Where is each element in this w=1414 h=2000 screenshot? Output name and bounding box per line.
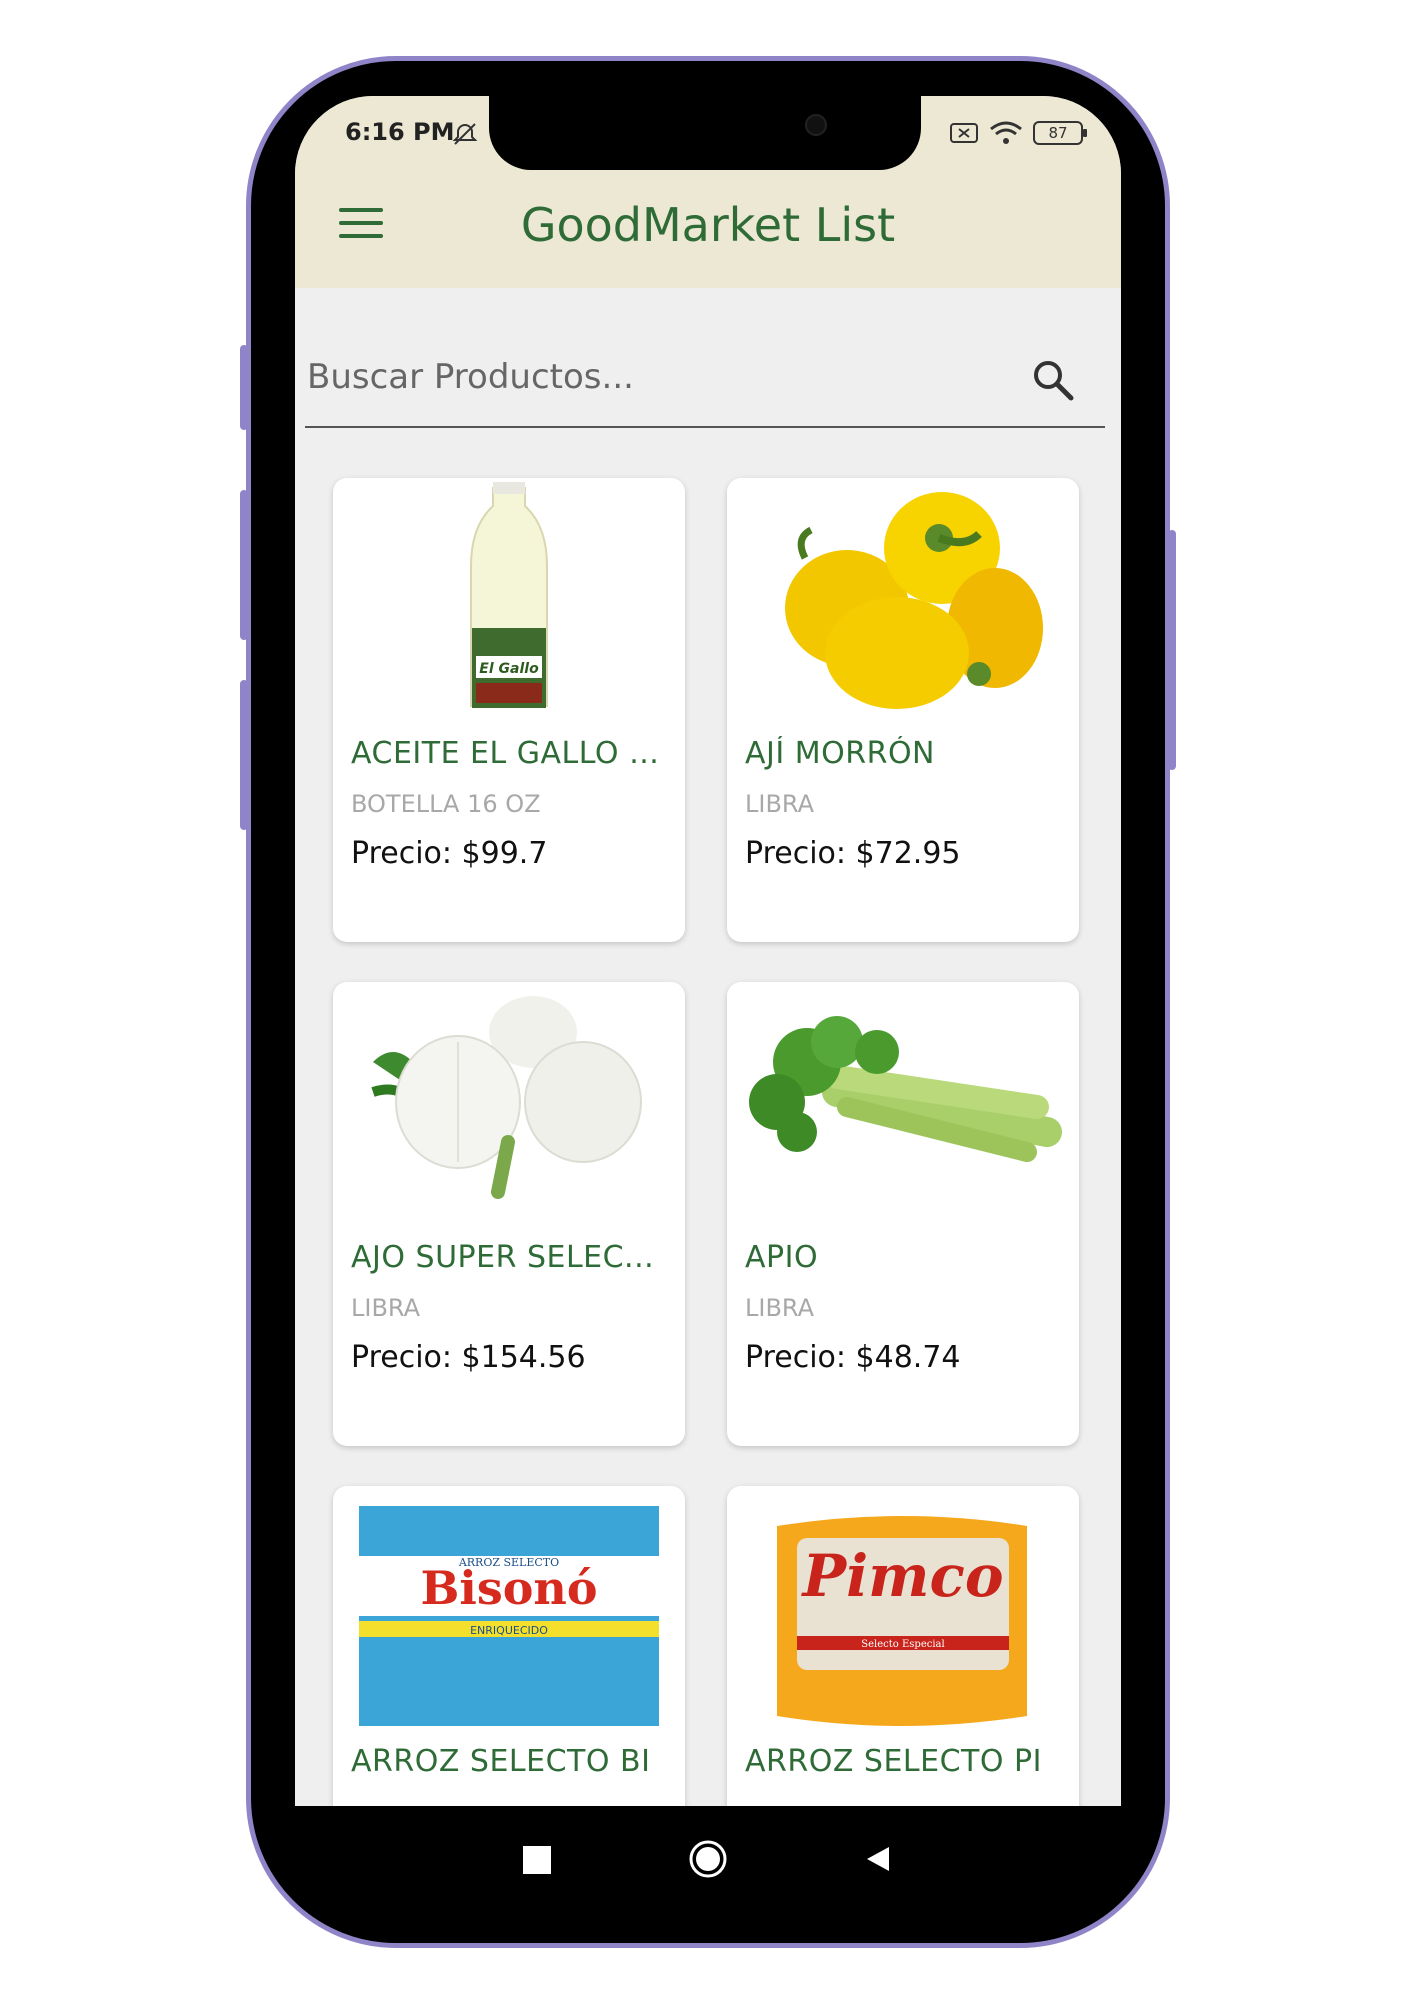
product-price: Precio: $99.7 — [351, 836, 548, 871]
camera-notch — [489, 96, 921, 170]
product-name: ACEITE EL GALLO (... — [351, 736, 671, 771]
oil-brand-label: El Gallo — [479, 661, 539, 677]
yellow-pepper-image — [785, 492, 1043, 709]
product-card[interactable]: AJÍ MORRÓN LIBRA Precio: $72.95 — [727, 478, 1079, 942]
product-name: ARROZ SELECTO BI — [351, 1744, 651, 1779]
bisono-band-label: ENRIQUECIDO — [470, 1624, 548, 1637]
product-unit: LIBRA — [745, 790, 815, 818]
search-bar — [305, 336, 1105, 428]
home-button[interactable] — [687, 1838, 729, 1880]
back-button[interactable] — [863, 1844, 893, 1874]
product-card[interactable]: AJO SUPER SELEC... LIBRA Precio: $154.56 — [333, 982, 685, 1446]
app-title: GoodMarket List — [520, 198, 896, 252]
product-name: AJÍ MORRÓN — [745, 736, 935, 771]
battery-level: 87 — [1048, 124, 1068, 142]
phone-side-button-3 — [240, 680, 248, 830]
product-price: Precio: $154.56 — [351, 1340, 586, 1375]
search-icon[interactable] — [1031, 358, 1075, 402]
phone-power-button — [1168, 530, 1176, 770]
product-price: Precio: $48.74 — [745, 1340, 961, 1375]
muted-alarm-icon — [452, 123, 478, 145]
phone-side-button-2 — [240, 490, 248, 640]
product-name: APIO — [745, 1240, 819, 1275]
no-sim-icon — [950, 123, 978, 143]
garlic-image — [371, 996, 642, 1199]
android-nav-bar — [295, 1806, 1121, 1916]
status-icons: 87 — [949, 120, 1087, 146]
celery-image — [749, 1016, 1062, 1162]
battery-icon: 87 — [1033, 121, 1087, 145]
wifi-icon — [990, 121, 1022, 144]
bisono-rice-image: ARROZ SELECTO Bisonó ENRIQUECIDO — [359, 1506, 659, 1726]
search-input[interactable] — [305, 336, 1009, 418]
product-price: Precio: $72.95 — [745, 836, 961, 871]
product-unit: LIBRA — [745, 1294, 815, 1322]
oil-bottle-image: El Gallo — [470, 482, 548, 708]
app-screen: 6:16 PM 87 GoodMarket List Buscar Produc… — [295, 96, 1121, 1806]
product-card[interactable]: APIO LIBRA Precio: $48.74 — [727, 982, 1079, 1446]
pimco-rice-image: Pimco Selecto Especial — [777, 1516, 1027, 1726]
product-card[interactable]: Pimco Selecto Especial ARROZ SELECTO PI — [727, 1486, 1079, 1806]
app-bar: 6:16 PM 87 GoodMarket List — [295, 96, 1121, 288]
bisono-brand-label: Bisonó — [420, 1561, 597, 1615]
product-unit: LIBRA — [351, 1294, 421, 1322]
product-card[interactable]: El Gallo ACEITE EL GALLO (... BOTELLA 16… — [333, 478, 685, 942]
pimco-brand-label: Pimco — [800, 1542, 1003, 1610]
recents-button[interactable] — [523, 1846, 551, 1874]
pimco-sub-label: Selecto Especial — [861, 1639, 944, 1650]
product-unit: BOTELLA 16 OZ — [351, 790, 541, 818]
product-name: ARROZ SELECTO PI — [745, 1744, 1042, 1779]
front-camera — [805, 114, 827, 136]
phone-side-button-1 — [240, 345, 248, 430]
product-name: AJO SUPER SELEC... — [351, 1240, 655, 1275]
product-card[interactable]: ARROZ SELECTO Bisonó ENRIQUECIDO ARROZ S… — [333, 1486, 685, 1806]
status-time: 6:16 PM — [345, 118, 455, 146]
